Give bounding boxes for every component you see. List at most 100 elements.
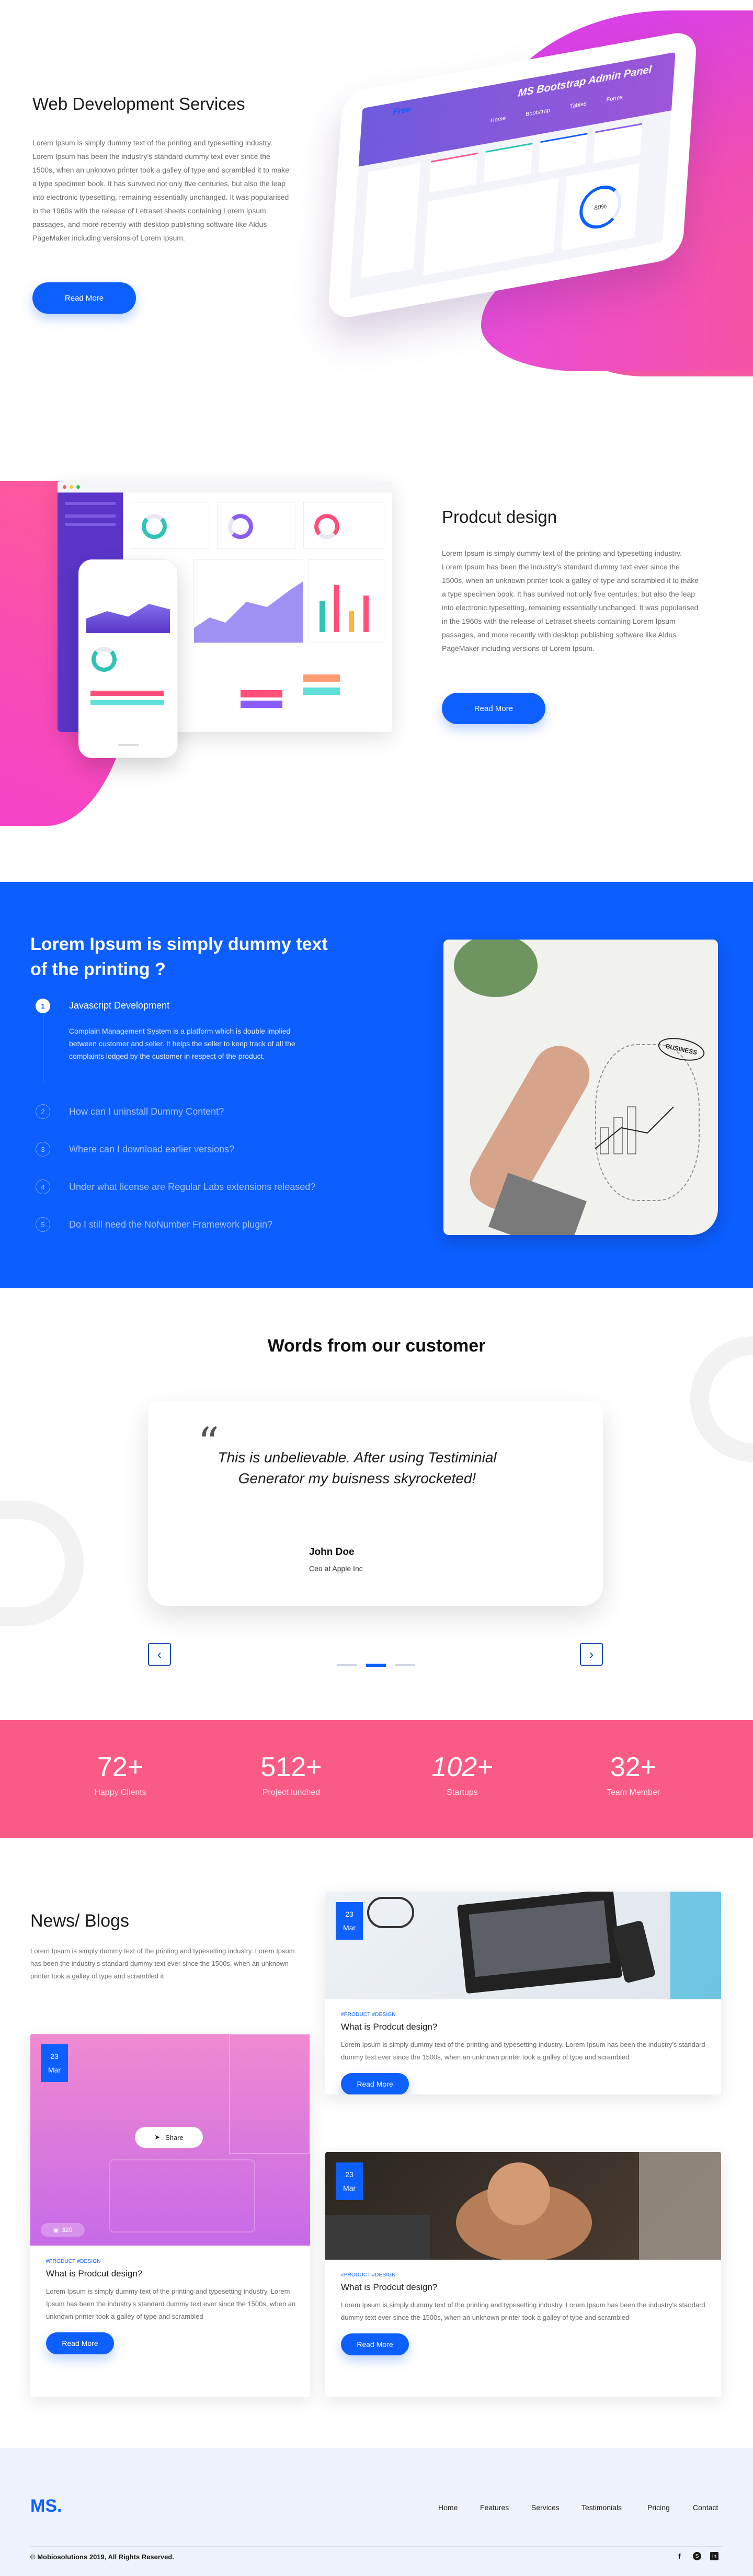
product-body: Lorem Ipsum is simply dummy text of the … [442,549,699,652]
faq-question-active[interactable]: Javascript Development [69,1000,169,1011]
stat-projects: 512+ Project lunched [223,1751,359,1798]
news-read-more-button[interactable]: Read More [341,2073,409,2094]
footer-nav-testimonials[interactable]: Testimonials [581,2503,622,2512]
testimonial-role: Ceo at Apple Inc [309,1564,363,1573]
area-chart-card [193,559,303,643]
news-month: Mar [343,2184,356,2192]
news-tag[interactable]: #PRODUCT #DESIGN [341,2272,707,2278]
tablet-sidebar [361,163,421,279]
news-image-workspace [325,1892,721,1999]
tablet-table [423,178,559,276]
phone-mockup [78,559,178,758]
testimonial-card: “ This is unbelievable. After using Test… [148,1401,603,1606]
tablet-gauge: 80% [578,182,623,232]
share-icon: ➤ [154,2133,161,2141]
share-button[interactable]: ➤ Share [135,2127,203,2148]
faq-question[interactable]: Where can I download earlier versions? [69,1144,234,1155]
faq-image-sketch-hand: BUSINESS [443,940,718,1235]
news-card-title[interactable]: What is Prodcut design? [341,2282,707,2293]
news-card: ➤ Share ◉ 320 23 Mar #PRODUCT #DESIGN Wha… [30,2034,310,2397]
tablet-gauge-card: 80% [561,163,640,251]
faq-title: Lorem Ipsum is simply dummy text of the … [30,934,328,979]
news-read-more-button[interactable]: Read More [341,2333,409,2355]
plant-leaf-shape [454,940,538,997]
faq-number: 2 [36,1104,50,1119]
stat-value: 512+ [260,1752,322,1782]
news-read-more-button[interactable]: Read More [46,2332,114,2354]
footer-nav-features[interactable]: Features [480,2503,509,2512]
stat-startups: 102+ Startups [394,1751,530,1798]
legend-bar [303,674,340,682]
news-date-badge: 23 Mar [336,1902,363,1940]
phone-donut [92,647,117,672]
news-card-text: Lorem Ipsum is simply dummy text of the … [46,2287,296,2320]
faq-question[interactable]: How can I uninstall Dummy Content? [69,1106,224,1117]
faq-number: 4 [36,1180,50,1194]
views-count: 320 [62,2226,73,2234]
news-card-body: #PRODUCT #DESIGN What is Prodcut design?… [341,2012,707,2094]
news-card-title[interactable]: What is Prodcut design? [46,2269,297,2279]
news-card: 23 Mar #PRODUCT #DESIGN What is Prodcut d… [325,2152,721,2397]
slider-dot-2-active[interactable] [366,1664,386,1667]
testimonial-prev-button[interactable]: ‹ [148,1643,171,1666]
tablet-stat-card [538,133,588,174]
news-card-text: Lorem Ipsum is simply dummy text of the … [341,2041,705,2061]
eye-icon: ◉ [53,2226,59,2234]
stat-label: Startups [447,1788,478,1797]
news-tag[interactable]: #PRODUCT #DESIGN [341,2012,707,2018]
free-badge: Free [393,105,412,117]
news-card-body: #PRODUCT #DESIGN What is Prodcut design?… [46,2259,297,2354]
area-chart [194,581,303,643]
faq-number: 5 [36,1217,50,1232]
news-image-keyboard: ➤ Share ◉ 320 [30,2034,310,2246]
faq-question[interactable]: Under what license are Regular Labs exte… [69,1182,315,1193]
stat-label: Team Member [606,1788,660,1797]
hero-body: Lorem Ipsum is simply dummy text of the … [32,139,290,242]
stat-value: 102+ [431,1752,493,1782]
news-card-text: Lorem Ipsum is simply dummy text of the … [341,2301,705,2321]
decorative-ring-left [0,1501,84,1626]
footer-logo[interactable]: MS. [30,2496,62,2516]
testimonial-next-button[interactable]: › [580,1643,603,1666]
phone-bar [90,700,164,705]
skype-icon[interactable]: S [693,2552,701,2560]
news-day: 23 [345,1910,353,1918]
faq-question[interactable]: Do I still need the NoNumber Framework p… [69,1219,272,1230]
footer-nav-contact[interactable]: Contact [693,2503,718,2512]
legend-bar [241,690,282,697]
news-card: 23 Mar #PRODUCT #DESIGN What is Prodcut d… [325,1892,721,2094]
footer-nav-home[interactable]: Home [438,2503,458,2512]
slider-dot-3[interactable] [395,1664,415,1666]
footer-copyright: © Mobiosolutions 2019, All Rights Reserv… [30,2553,174,2561]
news-month: Mar [343,1924,356,1932]
news-date-badge: 23 Mar [336,2162,363,2200]
news-day: 23 [50,2052,59,2060]
news-day: 23 [345,2170,353,2179]
tablet-nav-item: Bootstrap [525,107,551,118]
window-dots [58,481,392,493]
tablet-nav: Home Bootstrap Tables Forms [490,94,623,124]
testimonial-quote: This is unbelievable. After using Testim… [218,1449,497,1486]
tablet-stat-card [593,123,643,164]
footer-nav-services[interactable]: Services [531,2503,560,2512]
news-title: News/ Blogs [30,1911,129,1931]
bar-chart-card [309,559,384,643]
tablet-title: MS Bootstrap Admin Panel [517,63,652,99]
tablet-nav-item: Home [490,115,506,124]
product-read-more-button[interactable]: Read More [442,693,545,724]
news-image-teamwork [325,2152,721,2260]
news-month: Mar [48,2066,61,2074]
tablet-nav-item: Forms [606,94,623,104]
news-date-badge: 23 Mar [41,2044,68,2082]
stat-value: 32+ [610,1752,657,1782]
news-tag[interactable]: #PRODUCT #DESIGN [46,2259,297,2264]
news-card-title[interactable]: What is Prodcut design? [341,2022,707,2032]
slider-dot-1[interactable] [337,1664,357,1666]
footer-nav-pricing[interactable]: Pricing [647,2503,670,2512]
facebook-icon[interactable]: f [678,2552,681,2560]
donut-card [303,502,384,549]
news-card-body: #PRODUCT #DESIGN What is Prodcut design?… [341,2272,707,2355]
faq-number: 3 [36,1142,50,1157]
linkedin-icon[interactable]: in [710,2552,718,2560]
hero-read-more-button[interactable]: Read More [32,282,136,314]
